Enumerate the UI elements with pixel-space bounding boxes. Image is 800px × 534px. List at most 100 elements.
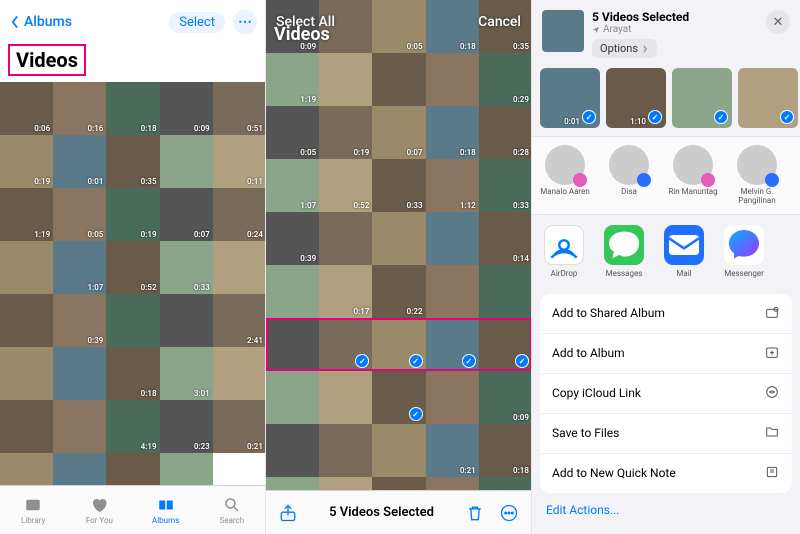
- preview-thumb[interactable]: 0:01: [540, 68, 600, 128]
- video-thumb[interactable]: 1:19: [266, 53, 319, 106]
- video-thumb[interactable]: 0:22: [372, 265, 425, 318]
- share-icon[interactable]: [278, 503, 298, 523]
- video-thumb[interactable]: 0:09: [160, 82, 213, 135]
- video-thumb[interactable]: 0:29: [479, 53, 532, 106]
- video-thumb[interactable]: 0:18: [479, 424, 532, 477]
- options-button[interactable]: Options: [592, 39, 657, 58]
- action-item[interactable]: Save to Files: [540, 414, 792, 454]
- video-thumb[interactable]: 0:21: [213, 400, 266, 453]
- video-thumb[interactable]: [319, 53, 372, 106]
- video-thumb[interactable]: 0:07: [372, 106, 425, 159]
- video-thumb[interactable]: 0:33: [160, 241, 213, 294]
- video-thumb[interactable]: [426, 318, 479, 371]
- video-thumb[interactable]: 0:06: [0, 82, 53, 135]
- video-thumb[interactable]: 0:28: [479, 106, 532, 159]
- more-button[interactable]: ⋯: [233, 10, 257, 34]
- video-thumb[interactable]: [53, 347, 106, 400]
- video-thumb[interactable]: 0:11: [213, 135, 266, 188]
- video-thumb[interactable]: [319, 212, 372, 265]
- video-thumb[interactable]: [372, 53, 425, 106]
- video-thumb[interactable]: 1:07: [53, 241, 106, 294]
- video-thumb[interactable]: [106, 294, 159, 347]
- video-thumb[interactable]: 0:17: [319, 265, 372, 318]
- video-thumb[interactable]: [426, 371, 479, 424]
- preview-thumb[interactable]: [672, 68, 732, 128]
- action-item[interactable]: Add to Shared Album: [540, 294, 792, 334]
- video-thumb[interactable]: [0, 294, 53, 347]
- person-item[interactable]: Rin Manuntag: [668, 145, 718, 206]
- video-thumb[interactable]: [372, 212, 425, 265]
- video-thumb[interactable]: 0:09: [479, 371, 532, 424]
- video-thumb[interactable]: [266, 265, 319, 318]
- select-button[interactable]: Select: [169, 12, 225, 33]
- video-thumb[interactable]: 1:12: [426, 159, 479, 212]
- video-thumb[interactable]: [319, 318, 372, 371]
- app-item[interactable]: Messenger: [720, 225, 768, 278]
- video-thumb[interactable]: [160, 135, 213, 188]
- tab-library[interactable]: Library: [0, 486, 66, 534]
- video-thumb[interactable]: 0:39: [53, 294, 106, 347]
- video-thumb[interactable]: [266, 371, 319, 424]
- action-item[interactable]: Add to Album: [540, 334, 792, 374]
- video-thumb[interactable]: 0:18: [426, 106, 479, 159]
- video-thumb[interactable]: 0:19: [0, 135, 53, 188]
- video-thumb[interactable]: 0:52: [106, 241, 159, 294]
- tab-albums[interactable]: Albums: [133, 486, 199, 534]
- video-thumb[interactable]: 0:35: [106, 135, 159, 188]
- video-thumb[interactable]: 4:19: [106, 400, 159, 453]
- video-thumb[interactable]: 0:23: [160, 400, 213, 453]
- action-item[interactable]: Add to New Quick Note: [540, 454, 792, 493]
- video-thumb[interactable]: 1:19: [0, 188, 53, 241]
- video-thumb[interactable]: 0:05: [266, 106, 319, 159]
- video-thumb[interactable]: [160, 294, 213, 347]
- tab-search[interactable]: Search: [199, 486, 265, 534]
- person-item[interactable]: Disa: [604, 145, 654, 206]
- video-thumb[interactable]: 0:19: [319, 106, 372, 159]
- video-thumb[interactable]: [266, 318, 319, 371]
- video-thumb[interactable]: 0:16: [53, 82, 106, 135]
- app-item[interactable]: AirDrop: [540, 225, 588, 278]
- person-item[interactable]: Manalo Aaren: [540, 145, 590, 206]
- video-thumb[interactable]: [213, 347, 266, 400]
- video-thumb[interactable]: 2:41: [213, 294, 266, 347]
- video-thumb[interactable]: [372, 318, 425, 371]
- video-thumb[interactable]: 0:52: [319, 159, 372, 212]
- video-thumb[interactable]: [372, 371, 425, 424]
- video-thumb[interactable]: [426, 53, 479, 106]
- tab-foryou[interactable]: For You: [66, 486, 132, 534]
- video-thumb[interactable]: 0:33: [372, 159, 425, 212]
- more-circle-icon[interactable]: [499, 503, 519, 523]
- video-thumb[interactable]: [319, 371, 372, 424]
- video-thumb[interactable]: 0:01: [53, 135, 106, 188]
- video-thumb[interactable]: 0:24: [213, 188, 266, 241]
- video-thumb[interactable]: 0:39: [266, 212, 319, 265]
- close-button[interactable]: ✕: [766, 10, 790, 34]
- video-thumb[interactable]: 0:33: [479, 159, 532, 212]
- video-thumb[interactable]: 0:51: [213, 82, 266, 135]
- trash-icon[interactable]: [465, 503, 485, 523]
- preview-thumb[interactable]: [738, 68, 798, 128]
- back-button[interactable]: Albums: [8, 14, 72, 30]
- video-thumb[interactable]: 3:01: [160, 347, 213, 400]
- video-thumb[interactable]: [426, 265, 479, 318]
- video-thumb[interactable]: 0:18: [106, 82, 159, 135]
- action-item[interactable]: Copy iCloud Link: [540, 374, 792, 414]
- video-thumb[interactable]: 0:14: [479, 212, 532, 265]
- video-thumb[interactable]: 0:05: [53, 188, 106, 241]
- video-thumb[interactable]: 0:07: [160, 188, 213, 241]
- video-thumb[interactable]: 1:07: [266, 159, 319, 212]
- app-item[interactable]: Mail: [660, 225, 708, 278]
- video-thumb[interactable]: [479, 318, 532, 371]
- video-thumb[interactable]: 0:18: [106, 347, 159, 400]
- preview-thumb[interactable]: 1:10: [606, 68, 666, 128]
- app-item[interactable]: Messages: [600, 225, 648, 278]
- video-thumb[interactable]: [426, 212, 479, 265]
- video-thumb[interactable]: [213, 241, 266, 294]
- edit-actions-link[interactable]: Edit Actions...: [532, 493, 800, 527]
- video-thumb[interactable]: [319, 424, 372, 477]
- video-thumb[interactable]: [479, 265, 532, 318]
- video-thumb[interactable]: [0, 400, 53, 453]
- video-thumb[interactable]: [372, 424, 425, 477]
- video-thumb[interactable]: [266, 424, 319, 477]
- cancel-button[interactable]: Cancel: [478, 14, 521, 30]
